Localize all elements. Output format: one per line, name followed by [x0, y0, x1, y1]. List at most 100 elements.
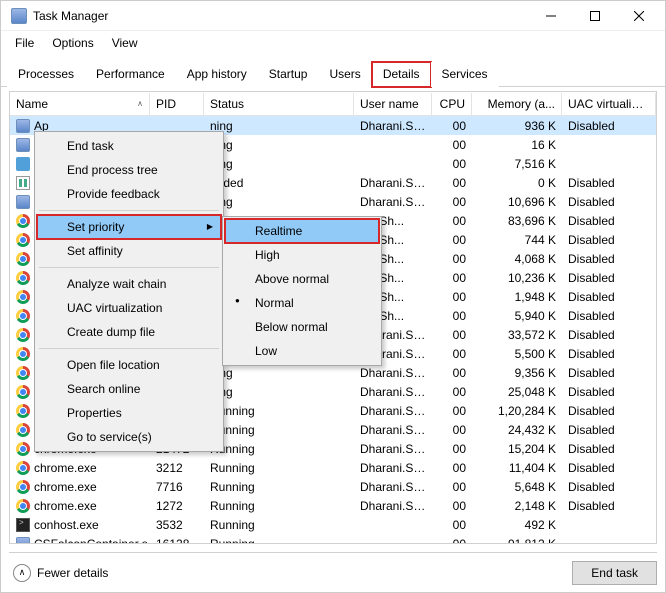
menu-set-priority[interactable]: Set priority [37, 215, 221, 239]
process-uac: Disabled [562, 251, 656, 267]
menu-file[interactable]: File [7, 33, 42, 53]
menu-create-dump-file[interactable]: Create dump file [37, 320, 221, 344]
process-name: CSFalconContainer.e [34, 537, 148, 544]
end-task-button[interactable]: End task [572, 561, 657, 585]
col-status[interactable]: Status [204, 93, 354, 115]
process-cpu: 00 [432, 232, 472, 248]
titlebar: Task Manager [1, 1, 665, 31]
menu-end-process-tree[interactable]: End process tree [37, 158, 221, 182]
tab-app-history[interactable]: App history [176, 62, 258, 87]
process-user: Dharani.Sh... [354, 384, 432, 400]
menu-end-task[interactable]: End task [37, 134, 221, 158]
priority-above-normal[interactable]: Above normal [225, 267, 379, 291]
process-uac: Disabled [562, 365, 656, 381]
tab-performance[interactable]: Performance [85, 62, 176, 87]
table-row[interactable]: CSFalconContainer.e16128Running0091,812 … [10, 534, 656, 543]
col-uac[interactable]: UAC virtualizat... [562, 93, 656, 115]
process-cpu: 00 [432, 270, 472, 286]
process-memory: 10,236 K [472, 270, 562, 286]
process-pid: 16128 [150, 536, 204, 544]
fewer-details-label: Fewer details [37, 566, 108, 580]
table-row[interactable]: chrome.exe3212RunningDharani.Sh...0011,4… [10, 458, 656, 477]
table-row[interactable]: chrome.exe7716RunningDharani.Sh...005,64… [10, 477, 656, 496]
tab-startup[interactable]: Startup [258, 62, 319, 87]
process-uac: Disabled [562, 232, 656, 248]
close-button[interactable] [617, 1, 661, 31]
process-icon [16, 309, 30, 323]
tab-services[interactable]: Services [431, 62, 499, 87]
process-status: ning [204, 118, 354, 134]
priority-normal[interactable]: Normal [225, 291, 379, 315]
menubar: File Options View [1, 31, 665, 55]
maximize-button[interactable] [573, 1, 617, 31]
process-uac: Disabled [562, 213, 656, 229]
priority-below-normal[interactable]: Below normal [225, 315, 379, 339]
process-memory: 9,356 K [472, 365, 562, 381]
priority-submenu: RealtimeHighAbove normalNormalBelow norm… [222, 216, 382, 366]
process-memory: 16 K [472, 137, 562, 153]
menu-go-to-service-s-[interactable]: Go to service(s) [37, 425, 221, 449]
process-icon [16, 328, 30, 342]
minimize-button[interactable] [529, 1, 573, 31]
tab-strip: ProcessesPerformanceApp historyStartupUs… [1, 55, 665, 87]
menu-provide-feedback[interactable]: Provide feedback [37, 182, 221, 206]
process-cpu: 00 [432, 422, 472, 438]
process-icon [16, 271, 30, 285]
fewer-details-toggle[interactable]: ∧ Fewer details [9, 562, 112, 584]
process-user [354, 524, 432, 526]
process-pid: 3212 [150, 460, 204, 476]
process-uac: Disabled [562, 403, 656, 419]
tab-details[interactable]: Details [372, 62, 431, 87]
process-uac: Disabled [562, 175, 656, 191]
tab-users[interactable]: Users [318, 62, 371, 87]
process-icon [16, 442, 30, 456]
col-memory[interactable]: Memory (a... [472, 93, 562, 115]
process-user: Dharani.Sh... [354, 422, 432, 438]
app-icon [11, 8, 27, 24]
process-memory: 2,148 K [472, 498, 562, 514]
process-cpu: 00 [432, 365, 472, 381]
process-status: Running [204, 479, 354, 495]
menu-options[interactable]: Options [44, 33, 101, 53]
process-uac: Disabled [562, 422, 656, 438]
menu-view[interactable]: View [104, 33, 146, 53]
process-cpu: 00 [432, 289, 472, 305]
process-cpu: 00 [432, 251, 472, 267]
process-status: ning [204, 194, 354, 210]
priority-high[interactable]: High [225, 243, 379, 267]
process-cpu: 00 [432, 517, 472, 533]
process-cpu: 00 [432, 156, 472, 172]
priority-low[interactable]: Low [225, 339, 379, 363]
process-status: Running [204, 422, 354, 438]
menu-analyze-wait-chain[interactable]: Analyze wait chain [37, 272, 221, 296]
col-pid[interactable]: PID [150, 93, 204, 115]
process-memory: 11,404 K [472, 460, 562, 476]
tab-processes[interactable]: Processes [7, 62, 85, 87]
process-user: Dharani.Sh... [354, 479, 432, 495]
process-icon [16, 233, 30, 247]
process-status: Running [204, 517, 354, 533]
window-title: Task Manager [33, 9, 529, 23]
process-memory: 10,696 K [472, 194, 562, 210]
process-uac: Disabled [562, 194, 656, 210]
process-icon [16, 119, 30, 133]
priority-realtime[interactable]: Realtime [225, 219, 379, 243]
col-name[interactable]: Name∧ [10, 93, 150, 115]
process-memory: 91,812 K [472, 536, 562, 544]
menu-uac-virtualization[interactable]: UAC virtualization [37, 296, 221, 320]
process-icon [16, 290, 30, 304]
menu-set-affinity[interactable]: Set affinity [37, 239, 221, 263]
col-user[interactable]: User name [354, 93, 432, 115]
process-memory: 4,068 K [472, 251, 562, 267]
menu-properties[interactable]: Properties [37, 401, 221, 425]
menu-open-file-location[interactable]: Open file location [37, 353, 221, 377]
process-status: Running [204, 498, 354, 514]
process-cpu: 00 [432, 118, 472, 134]
process-cpu: 00 [432, 384, 472, 400]
process-status: ning [204, 137, 354, 153]
col-cpu[interactable]: CPU [432, 93, 472, 115]
process-status: Running [204, 536, 354, 544]
table-row[interactable]: conhost.exe3532Running00492 K [10, 515, 656, 534]
table-row[interactable]: chrome.exe1272RunningDharani.Sh...002,14… [10, 496, 656, 515]
menu-search-online[interactable]: Search online [37, 377, 221, 401]
